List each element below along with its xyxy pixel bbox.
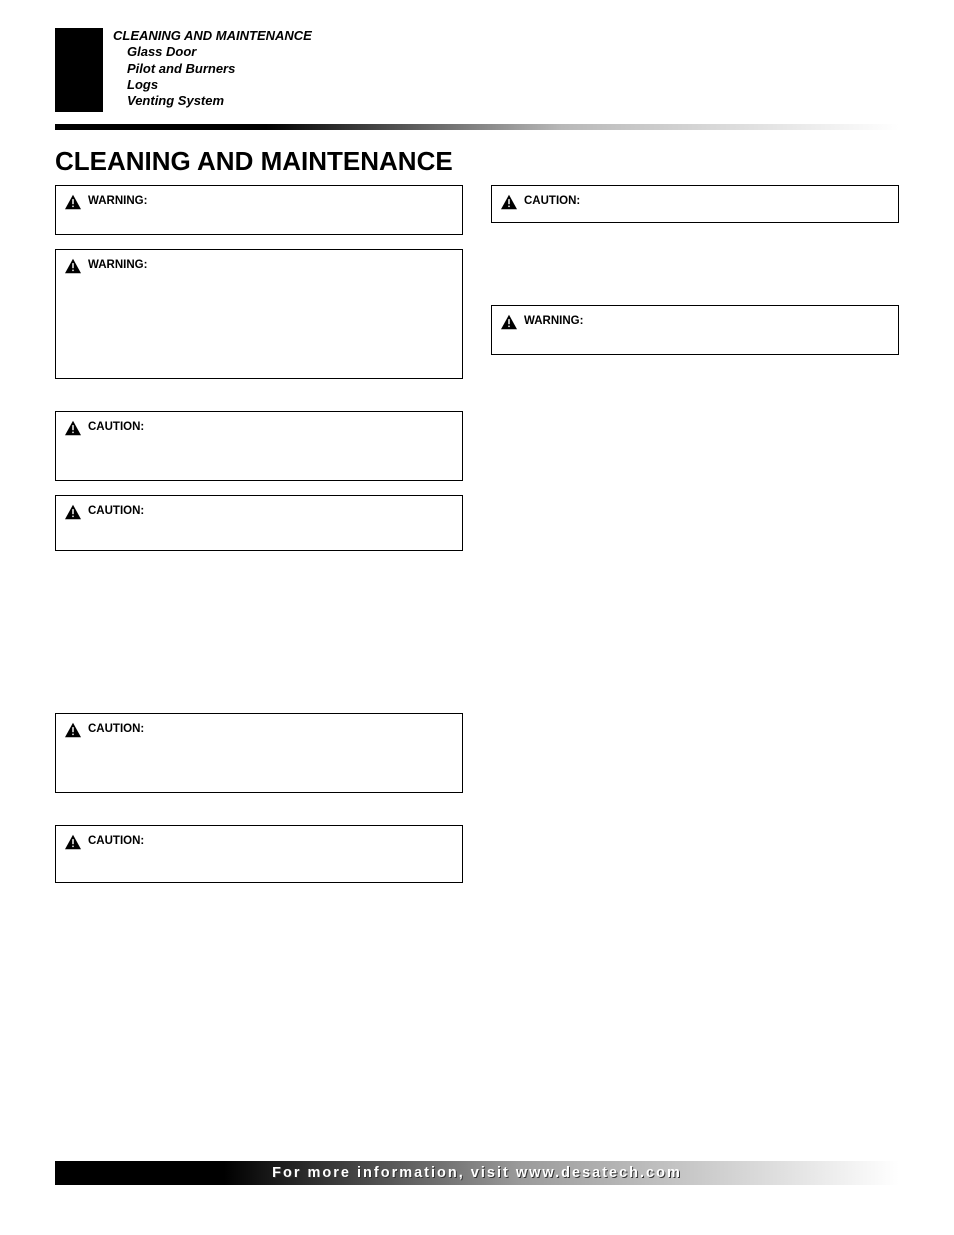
caution-box-2-label: CAUTION: [88,505,144,517]
header-sub-1: Glass Door [127,44,312,60]
caution-box-1-label: CAUTION: [88,421,144,433]
header-divider-gradient [55,124,899,130]
warning-box-1: WARNING: [55,185,463,235]
warning-box-right-1: WARNING: [491,305,899,355]
warning-box-1-label: WARNING: [88,195,147,207]
page-header: CLEANING AND MAINTENANCE Glass Door Pilo… [55,28,899,112]
footer-gradient-bar: For more information, visit www.desatech… [55,1161,899,1185]
warning-icon [64,722,82,738]
warning-icon [500,194,518,210]
subhead-glass-door: GLASS DOOR [55,393,463,407]
header-title: CLEANING AND MAINTENANCE [113,28,312,44]
subhead-logs: LOGS [55,807,463,821]
caution-box-right-1: CAUTION: [491,185,899,223]
warning-icon [64,420,82,436]
glass-door-body [55,565,463,685]
warning-icon [500,314,518,330]
warning-icon [64,504,82,520]
subhead-pilot-burners: PILOT AND BURNERS [55,695,463,709]
left-column: WARNING: WARNING: GLASS DOOR CAUTION: CA… [55,185,463,897]
caution-box-4: CAUTION: [55,825,463,883]
warning-box-2-label: WARNING: [88,259,147,271]
header-sub-3: Logs [127,77,312,93]
warning-icon [64,258,82,274]
warning-icon [64,194,82,210]
caution-box-3: CAUTION: [55,713,463,793]
warning-icon [64,834,82,850]
warning-box-right-1-label: WARNING: [524,315,583,327]
subhead-venting: VENTING SYSTEM [491,287,899,301]
caution-box-4-label: CAUTION: [88,835,144,847]
warning-box-2: WARNING: [55,249,463,379]
footer-text: For more information, visit www.desatech… [272,1165,682,1181]
right-column: CAUTION: VENTING SYSTEM WARNING: [491,185,899,897]
header-sub-4: Venting System [127,93,312,109]
right-body-1 [491,237,899,277]
caution-box-2: CAUTION: [55,495,463,551]
header-sub-2: Pilot and Burners [127,61,312,77]
section-title: CLEANING AND MAINTENANCE [55,148,899,175]
caution-box-3-label: CAUTION: [88,723,144,735]
caution-box-1: CAUTION: [55,411,463,481]
header-black-square [55,28,103,112]
caution-box-right-1-label: CAUTION: [524,195,580,207]
